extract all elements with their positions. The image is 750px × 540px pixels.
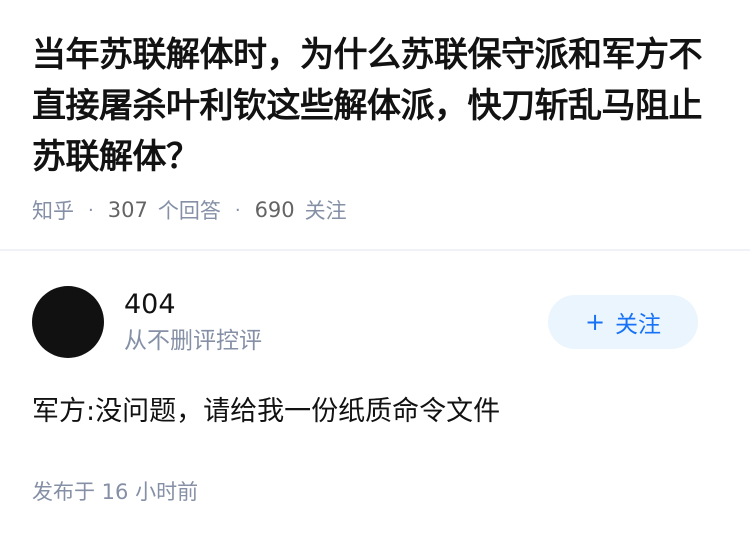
source-label[interactable]: 知乎: [32, 195, 74, 225]
publish-time: 发布于 16 小时前: [32, 480, 199, 504]
section-divider: [0, 249, 750, 251]
plus-icon: +: [584, 308, 606, 336]
author-bio: 从不删评控评: [124, 328, 262, 354]
question-header: 当年苏联解体时，为什么苏联保守派和军方不直接屠杀叶利钦这些解体派，快刀斩乱马阻止…: [32, 30, 722, 225]
question-meta: 知乎 · 307 个回答 · 690 关注: [32, 195, 722, 225]
answer-count: 307: [107, 198, 148, 222]
follow-button[interactable]: + 关注: [548, 295, 698, 349]
author-name[interactable]: 404: [124, 286, 548, 324]
question-title[interactable]: 当年苏联解体时，为什么苏联保守派和军方不直接屠杀叶利钦这些解体派，快刀斩乱马阻止…: [32, 30, 722, 183]
answer-card: 404 从不删评控评 + 关注 军方:没问题，请给我一份纸质命令文件 发布于 1…: [32, 282, 718, 506]
follow-button-label: 关注: [615, 312, 662, 338]
author-row: 404 从不删评控评 + 关注: [32, 282, 718, 362]
answer-content[interactable]: 军方:没问题，请给我一份纸质命令文件: [32, 392, 718, 432]
answer-count-label: 个回答: [157, 199, 221, 223]
meta-separator: ·: [88, 199, 94, 221]
meta-separator: ·: [234, 199, 241, 221]
follower-count-label: 关注: [304, 199, 347, 223]
avatar[interactable]: [32, 286, 104, 358]
follower-count: 690: [254, 198, 295, 222]
author-info: 404 从不删评控评: [124, 286, 548, 358]
